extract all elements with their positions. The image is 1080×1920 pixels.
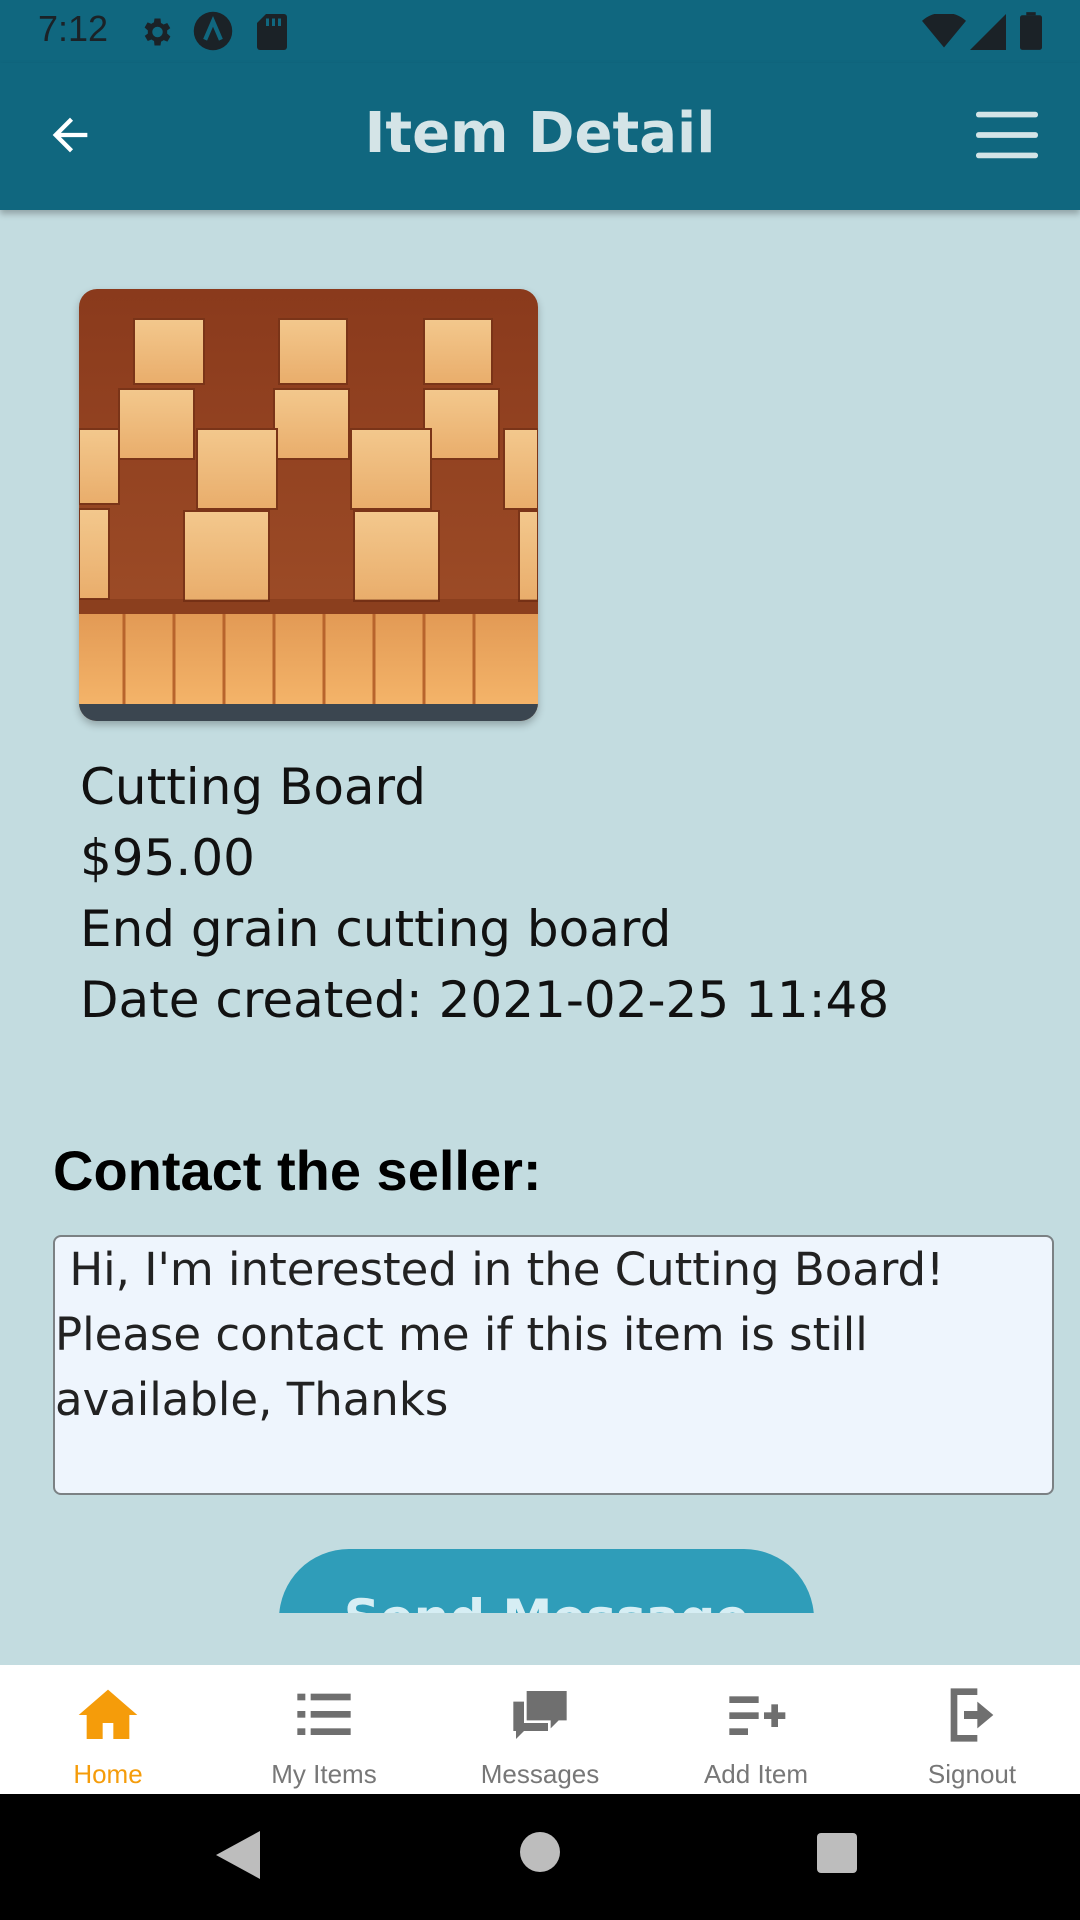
nav-label-messages: Messages (480, 1759, 600, 1789)
item-name: Cutting Board (80, 758, 426, 816)
nav-item-signout[interactable]: Signout (864, 1665, 1080, 1794)
signal-icon (970, 14, 1006, 50)
app-bar: Item Detail (0, 63, 1080, 210)
nav-label-my-items: My Items (271, 1759, 377, 1789)
nav-item-my-items[interactable]: My Items (216, 1665, 432, 1794)
chat-bubbles-icon (513, 1691, 567, 1739)
logout-icon (950, 1688, 994, 1742)
item-price: $95.00 (80, 829, 255, 887)
message-input[interactable]: Hi, I'm interested in the Cutting Board!… (53, 1235, 1054, 1495)
system-nav-bar (0, 1794, 1080, 1920)
item-image (79, 289, 538, 721)
hamburger-menu-icon[interactable] (976, 111, 1038, 159)
nav-label-add-item: Add Item (703, 1759, 809, 1789)
nav-item-home[interactable]: Home (0, 1665, 216, 1794)
nav-label-signout: Signout (927, 1759, 1017, 1789)
list-icon (297, 1693, 351, 1735)
battery-icon (1020, 12, 1042, 50)
contact-heading: Contact the seller: (53, 1139, 542, 1202)
nav-item-messages[interactable]: Messages (432, 1665, 648, 1794)
send-button-container: Send Message (0, 1530, 1080, 1613)
send-message-button[interactable]: Send Message (279, 1549, 814, 1613)
item-description: End grain cutting board (80, 900, 672, 958)
home-icon (78, 1689, 138, 1739)
back-triangle-icon[interactable] (216, 1831, 260, 1879)
item-date-created: Date created: 2021-02-25 11:48 (80, 971, 890, 1029)
status-time: 7:12 (38, 8, 109, 49)
wifi-icon (922, 14, 966, 48)
bottom-nav: Home My Items Messages Add Item Signout (0, 1665, 1080, 1794)
status-bar: 7:12 (0, 0, 1080, 63)
cutting-board-photo (79, 289, 538, 721)
a-circle-icon (193, 11, 233, 51)
gear-icon (144, 18, 171, 46)
sd-card-icon (257, 14, 287, 50)
message-text: Hi, I'm interested in the Cutting Board!… (55, 1243, 959, 1426)
nav-item-add-item[interactable]: Add Item (648, 1665, 864, 1794)
page-title: Item Detail (364, 101, 716, 166)
nav-label-home: Home (73, 1759, 143, 1789)
recents-square-icon[interactable] (817, 1833, 857, 1873)
item-info: Cutting Board $95.00 End grain cutting b… (80, 752, 889, 1036)
playlist-add-icon (729, 1696, 786, 1735)
home-circle-icon[interactable] (520, 1832, 560, 1872)
